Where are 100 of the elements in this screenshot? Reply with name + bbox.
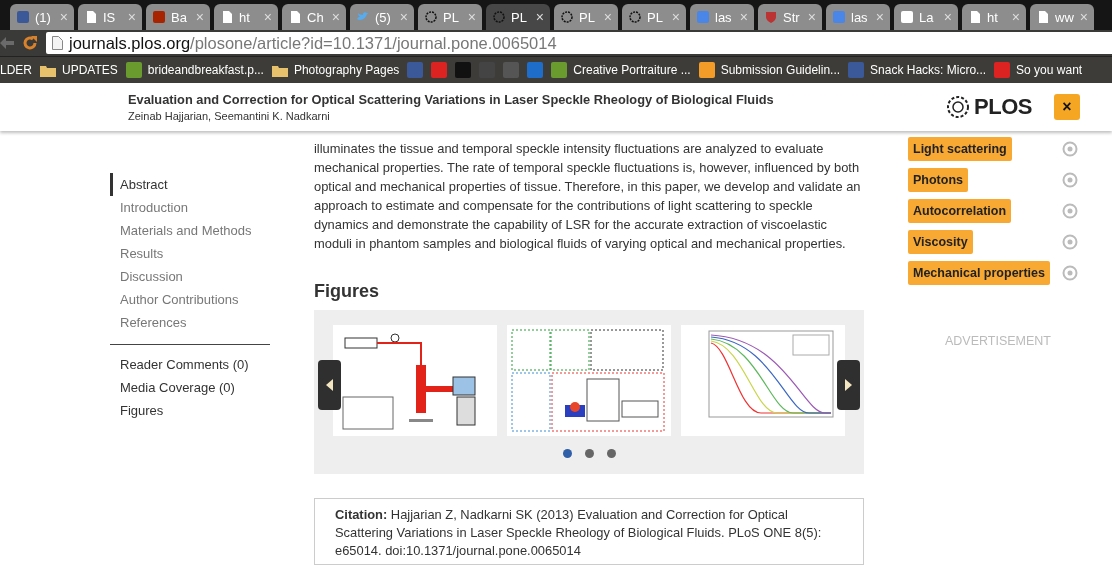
triangle-left-icon xyxy=(326,379,333,391)
square-icon xyxy=(832,10,846,24)
shield-icon xyxy=(764,10,778,24)
browser-tab[interactable]: ht × xyxy=(214,4,278,30)
close-icon[interactable]: × xyxy=(195,9,204,25)
close-icon[interactable]: × xyxy=(807,9,816,25)
site-icon xyxy=(698,62,715,78)
close-icon[interactable]: × xyxy=(263,9,272,25)
close-icon[interactable]: × xyxy=(1079,9,1088,25)
browser-tab[interactable]: Str × xyxy=(758,4,822,30)
radio-icon[interactable] xyxy=(1062,172,1078,188)
browser-tab[interactable]: Ch × xyxy=(282,4,346,30)
site-icon xyxy=(125,62,142,78)
document-icon xyxy=(288,10,302,24)
carousel-dot[interactable] xyxy=(562,449,572,458)
square-icon xyxy=(900,10,914,24)
address-field[interactable]: journals.plos.org/plosone/article?id=10.1371/journal.pone.0065014 xyxy=(46,32,1112,54)
close-icon[interactable]: × xyxy=(399,9,408,25)
close-icon[interactable]: × xyxy=(127,9,136,25)
folder-icon xyxy=(40,63,56,77)
browser-tab[interactable]: PL × xyxy=(486,4,550,30)
bookmark[interactable]: Snack Hacks: Micro... xyxy=(870,63,987,77)
folder-icon xyxy=(271,63,288,77)
advertisement-label: ADVERTISEMENT xyxy=(944,334,1051,348)
carousel-dot[interactable] xyxy=(584,449,594,458)
browser-tab[interactable]: las × xyxy=(690,4,754,30)
keyword-tag[interactable]: Mechanical properties xyxy=(908,261,1050,285)
reload-icon[interactable] xyxy=(22,35,38,51)
square-icon xyxy=(696,10,710,24)
site-icon[interactable] xyxy=(407,62,424,78)
document-icon xyxy=(52,36,63,50)
close-icon[interactable]: × xyxy=(739,9,748,25)
keyword-tag[interactable]: Autocorrelation xyxy=(908,199,1012,223)
keyword-tag[interactable]: Light scattering xyxy=(908,137,1012,161)
bookmark[interactable]: LDER xyxy=(0,63,32,77)
article-authors: Zeinab Hajjarian, Seemantini K. Nadkarni xyxy=(128,110,331,122)
close-icon[interactable]: × xyxy=(331,9,340,25)
bookmark[interactable]: Submission Guidelin... xyxy=(720,63,841,77)
abstract-text: illuminates the tissue and temporal speckle intensity fluctuations are analyzed to evaluate mechanical properties. The rate of temporal speckle fluctuations is, however, influenced by both optical and mechanical properties of tissue. Therefore, in this paper, we develop and validate an approach to estimate and compensate for the contributions of light scattering to speckle dynamics and demonstrate the capability of LSR for the accurate extraction of viscoelastic moduli in phantom samples and biological fluids of varying optical and mechanical properties. xyxy=(314,140,862,253)
document-icon xyxy=(1036,10,1050,24)
keyword-tag[interactable]: Viscosity xyxy=(908,230,973,254)
close-icon[interactable]: × xyxy=(671,9,680,25)
site-icon xyxy=(994,62,1011,78)
close-icon[interactable]: × xyxy=(603,9,612,25)
keyword-tag[interactable]: Photons xyxy=(908,168,968,192)
close-icon[interactable]: × xyxy=(1011,9,1020,25)
browser-tab[interactable]: ww × xyxy=(1030,4,1094,30)
close-icon[interactable]: × xyxy=(535,9,544,25)
browser-tab[interactable]: ht × xyxy=(962,4,1026,30)
browser-tab[interactable]: las × xyxy=(826,4,890,30)
site-icon[interactable] xyxy=(431,62,448,78)
nav-link[interactable]: Introduction xyxy=(110,196,270,219)
bookmark[interactable]: brideandbreakfast.p... xyxy=(147,63,264,77)
carousel-dot[interactable] xyxy=(606,449,616,458)
radio-icon[interactable] xyxy=(1062,203,1078,219)
nav-link[interactable]: Media Coverage (0) xyxy=(110,376,270,399)
citation-text: Citation: Hajjarian Z, Nadkarni SK (2013) Evaluation and Correction for Optical Scattering Variations in Laser Speckle Rheology of Biological Fluids. PLoS ONE 8(5): e65014. doi:10.1371/journal.pone.0065014 xyxy=(335,506,823,560)
close-icon[interactable]: × xyxy=(59,9,68,25)
browser-tab[interactable]: (1) × xyxy=(10,4,74,30)
close-button[interactable]: × xyxy=(1054,94,1080,120)
globe-icon xyxy=(424,10,438,24)
globe-icon xyxy=(628,10,642,24)
site-icon xyxy=(551,62,568,78)
browser-tab[interactable]: IS × xyxy=(78,4,142,30)
bookmark[interactable]: So you want xyxy=(1016,63,1083,77)
bookmark[interactable]: UPDATES xyxy=(62,63,118,77)
browser-tab[interactable]: PL × xyxy=(418,4,482,30)
nav-link[interactable]: References xyxy=(110,311,270,334)
nav-link[interactable]: Abstract xyxy=(110,173,270,196)
browser-tab[interactable]: PL × xyxy=(554,4,618,30)
site-icon[interactable] xyxy=(527,62,544,78)
close-icon[interactable]: × xyxy=(943,9,952,25)
site-icon[interactable] xyxy=(503,62,520,78)
radio-icon[interactable] xyxy=(1062,141,1078,157)
back-icon[interactable] xyxy=(0,36,14,50)
nav-link[interactable]: Results xyxy=(110,242,270,265)
bookmark[interactable]: Creative Portraiture ... xyxy=(573,63,691,77)
browser-tab[interactable]: La × xyxy=(894,4,958,30)
article-title: Evaluation and Correction for Optical Scattering Variations in Laser Speckle Rheology of Biological Fluids xyxy=(128,92,775,107)
globe-icon xyxy=(560,10,574,24)
square-icon xyxy=(16,10,30,24)
radio-icon[interactable] xyxy=(1062,265,1078,281)
square-icon xyxy=(152,10,166,24)
browser-tab[interactable]: (5) × xyxy=(350,4,414,30)
close-icon[interactable]: × xyxy=(467,9,476,25)
site-icon[interactable] xyxy=(455,62,472,78)
previous-button[interactable] xyxy=(318,360,341,410)
close-icon[interactable]: × xyxy=(875,9,884,25)
nav-link[interactable]: Materials and Methods xyxy=(110,219,270,242)
nav-link[interactable]: Reader Comments (0) xyxy=(110,353,270,376)
nav-link[interactable]: Figures xyxy=(110,399,270,422)
next-button[interactable] xyxy=(837,360,860,410)
browser-tab[interactable]: PL × xyxy=(622,4,686,30)
document-icon xyxy=(84,10,98,24)
radio-icon[interactable] xyxy=(1062,234,1078,250)
globe-icon xyxy=(945,94,972,120)
browser-tab[interactable]: Ba × xyxy=(146,4,210,30)
bookmark[interactable]: Photography Pages xyxy=(293,63,400,77)
nav-link[interactable]: Discussion xyxy=(110,265,270,288)
nav-link[interactable]: Author Contributions xyxy=(110,288,270,311)
